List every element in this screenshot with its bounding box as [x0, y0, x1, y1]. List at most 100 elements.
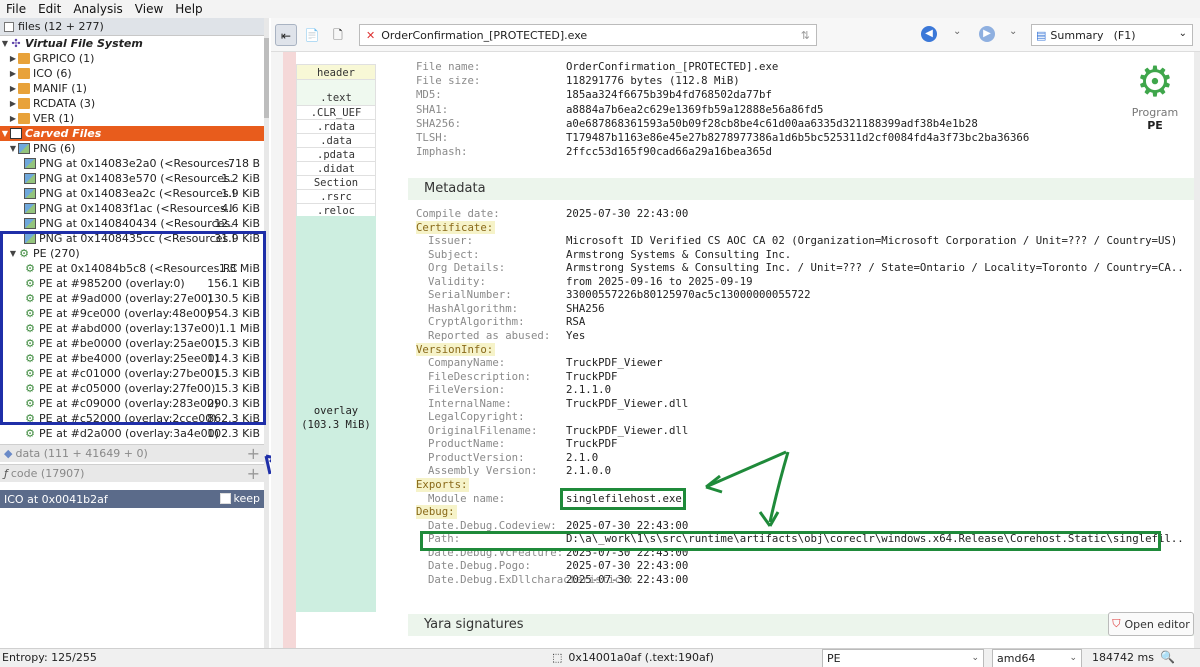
section-item[interactable]: .data: [296, 134, 376, 148]
menu-bar: File Edit Analysis View Help: [0, 0, 1200, 18]
tree-scrollbar[interactable]: [264, 18, 269, 648]
close-icon[interactable]: ✕: [366, 29, 375, 42]
field-value: singlefilehost.exe: [566, 491, 682, 505]
collapse-icon[interactable]: ▼: [0, 126, 10, 141]
menu-file[interactable]: File: [0, 2, 32, 16]
tree-node-item[interactable]: ⚙ PE at #be0000 (overlay:25ae00) 15.3 KiB: [0, 336, 264, 351]
tree-node-manif[interactable]: ▶ MANIF (1): [0, 81, 264, 96]
tree-node-label: PE (270): [33, 247, 80, 260]
field-key: Org Details:: [428, 261, 506, 275]
scrollbar-thumb[interactable]: [264, 38, 269, 118]
tree-header[interactable]: files (12 + 277): [0, 18, 264, 36]
section-item[interactable]: .didat: [296, 162, 376, 176]
tree-node-item[interactable]: PNG at 0x14083ea2c (<Resources.I 1.9 KiB: [0, 186, 264, 201]
exports-group: Exports:: [416, 478, 470, 492]
forward-icon[interactable]: ▶: [979, 26, 995, 42]
section-map: header .text .CLR_UEF .rdata .data .pdata .di…: [296, 64, 376, 218]
tree-node-item[interactable]: ⚙ PE at #d2a000 (overlay:3a4e00) 102.3 KiB: [0, 426, 264, 441]
keep-checkbox[interactable]: [219, 493, 231, 504]
menu-help[interactable]: Help: [169, 2, 208, 16]
section-item[interactable]: .CLR_UEF: [296, 106, 376, 120]
menu-analysis[interactable]: Analysis: [67, 2, 128, 16]
sort-icon[interactable]: ⇅: [801, 29, 810, 42]
section-item[interactable]: Section: [296, 176, 376, 190]
tree-node-item[interactable]: ⚙ PE at #9ad000 (overlay:27e00) 130.5 KiB: [0, 291, 264, 306]
metadata-section-title[interactable]: Metadata: [408, 178, 1194, 200]
section-item[interactable]: .rsrc: [296, 190, 376, 204]
back-icon[interactable]: ◀: [921, 26, 937, 42]
tree-node-item[interactable]: PNG at 0x140840434 (<Resources. 12.4 KiB: [0, 216, 264, 231]
debug-row: Date.Debug.Pogo: 2025-07-30 22:43:00: [416, 559, 688, 573]
tree-node-item[interactable]: PNG at 0x14083e2a0 (<Resources. 718 B: [0, 156, 264, 171]
collapse-icon[interactable]: ▼: [0, 36, 10, 51]
tree-node-item[interactable]: ⚙ PE at #c01000 (overlay:27be00) 15.3 KiB: [0, 366, 264, 381]
field-key: OriginalFilename:: [428, 423, 538, 437]
field-key: TLSH:: [416, 131, 449, 144]
tree-node-item[interactable]: PNG at 0x1408435cc (<Resources.I 31.9 KiB: [0, 231, 264, 246]
open-editor-button[interactable]: ⛉ Open editor: [1108, 612, 1194, 636]
chevron-down-icon[interactable]: ⌄: [1009, 26, 1017, 37]
expand-icon[interactable]: ▶: [8, 81, 18, 96]
tree-node-ver[interactable]: ▶ VER (1): [0, 111, 264, 126]
tree-node-rcdata[interactable]: ▶ RCDATA (3): [0, 96, 264, 111]
expand-icon[interactable]: ▶: [8, 66, 18, 81]
arch-select[interactable]: amd64 ⌄: [992, 649, 1082, 667]
tree-node-label: PNG at 0x14083e2a0 (<Resources.: [39, 157, 234, 170]
yara-section-title[interactable]: Yara signatures: [408, 614, 1194, 636]
tree-node-item[interactable]: ⚙ PE at 0x14084b5c8 (<Resources.RC 1.3 MiB: [0, 261, 264, 276]
tree-node-label: PNG (6): [33, 142, 76, 155]
search-icon[interactable]: 🔍: [1160, 650, 1175, 664]
open-file-button[interactable]: 📄: [301, 24, 323, 46]
tree-node-item[interactable]: PNG at 0x14083f1ac (<Resources.I 4.6 KiB: [0, 201, 264, 216]
menu-edit[interactable]: Edit: [32, 2, 67, 16]
tree-node-vfs[interactable]: ▼ ✣ Virtual File System: [0, 36, 264, 51]
chevron-down-icon[interactable]: ⌄: [953, 26, 961, 37]
certificate-row: Reported as abused: Yes: [416, 329, 585, 343]
summary-scrollbar[interactable]: [1194, 52, 1200, 648]
tree-node-size: 114.3 KiB: [207, 352, 260, 365]
tree-node-item[interactable]: ⚙ PE at #be4000 (overlay:25ee00) 114.3 KiB: [0, 351, 264, 366]
selected-item-bar[interactable]: ICO at 0x0041b2af keep: [0, 490, 264, 508]
section-overlay[interactable]: overlay (103.3 MiB): [296, 216, 376, 612]
format-value: PE: [827, 652, 841, 665]
tree-node-pe[interactable]: ▼ ⚙ PE (270): [0, 246, 264, 261]
panel-toggle-button[interactable]: ⇤: [275, 24, 297, 46]
tree-node-ico[interactable]: ▶ ICO (6): [0, 66, 264, 81]
expand-icon[interactable]: ▶: [8, 51, 18, 66]
section-item[interactable]: .pdata: [296, 148, 376, 162]
entropy-readout: Entropy: 125/255: [2, 651, 97, 664]
tree-node-item[interactable]: ⚙ PE at #c52000 (overlay:2cce00) 862.3 KiB: [0, 411, 264, 426]
close-file-button[interactable]: 🗋: [327, 24, 349, 46]
tree-node-item[interactable]: ⚙ PE at #985200 (overlay:0) 156.1 KiB: [0, 276, 264, 291]
view-select[interactable]: ▤ Summary (F1) ⌄: [1031, 24, 1193, 46]
data-icon: ◆: [4, 447, 13, 460]
tree-node-item[interactable]: ⚙ PE at #9ce000 (overlay:48e00) 954.3 KiB: [0, 306, 264, 321]
format-select[interactable]: PE ⌄: [822, 649, 984, 667]
tree-node-label: PE at #c09000 (overlay:283e00): [39, 397, 219, 410]
add-icon[interactable]: +: [247, 465, 260, 482]
section-item[interactable]: .rdata: [296, 120, 376, 134]
tree-header-checkbox[interactable]: [4, 21, 14, 32]
arch-value: amd64: [997, 652, 1036, 665]
collapse-icon[interactable]: ▼: [8, 141, 18, 156]
tree-node-grpico[interactable]: ▶ GRPICO (1): [0, 51, 264, 66]
tree-node-carved-files[interactable]: ▼ Carved Files: [0, 126, 264, 141]
section-item[interactable]: .text: [296, 80, 376, 106]
collapse-icon[interactable]: ▼: [8, 246, 18, 261]
add-icon[interactable]: +: [247, 445, 260, 462]
tree-node-item[interactable]: ⚙ PE at #c09000 (overlay:283e00) 290.3 KiB: [0, 396, 264, 411]
expand-icon[interactable]: ▶: [8, 96, 18, 111]
data-section-row[interactable]: ◆ data (111 + 41649 + 0) +: [0, 444, 264, 462]
file-tab[interactable]: ✕ OrderConfirmation_[PROTECTED].exe ⇅: [359, 24, 817, 46]
tree-node-item[interactable]: ⚙ PE at #c05000 (overlay:27fe00) 15.3 KiB: [0, 381, 264, 396]
tree-node-size: 862.3 KiB: [207, 412, 260, 425]
tree-node-item[interactable]: ⚙ PE at #abd000 (overlay:137e00) 1.1 MiB: [0, 321, 264, 336]
code-section-row[interactable]: ƒ code (17907) +: [0, 464, 264, 482]
section-header[interactable]: header: [296, 64, 376, 80]
tree-node-png[interactable]: ▼ PNG (6): [0, 141, 264, 156]
expand-icon[interactable]: ▶: [8, 111, 18, 126]
section-strip-gutter: [271, 52, 283, 648]
tree-node-item[interactable]: PNG at 0x14083e570 (<Resources. 1.2 KiB: [0, 171, 264, 186]
folder-icon: [18, 98, 30, 109]
menu-view[interactable]: View: [129, 2, 169, 16]
